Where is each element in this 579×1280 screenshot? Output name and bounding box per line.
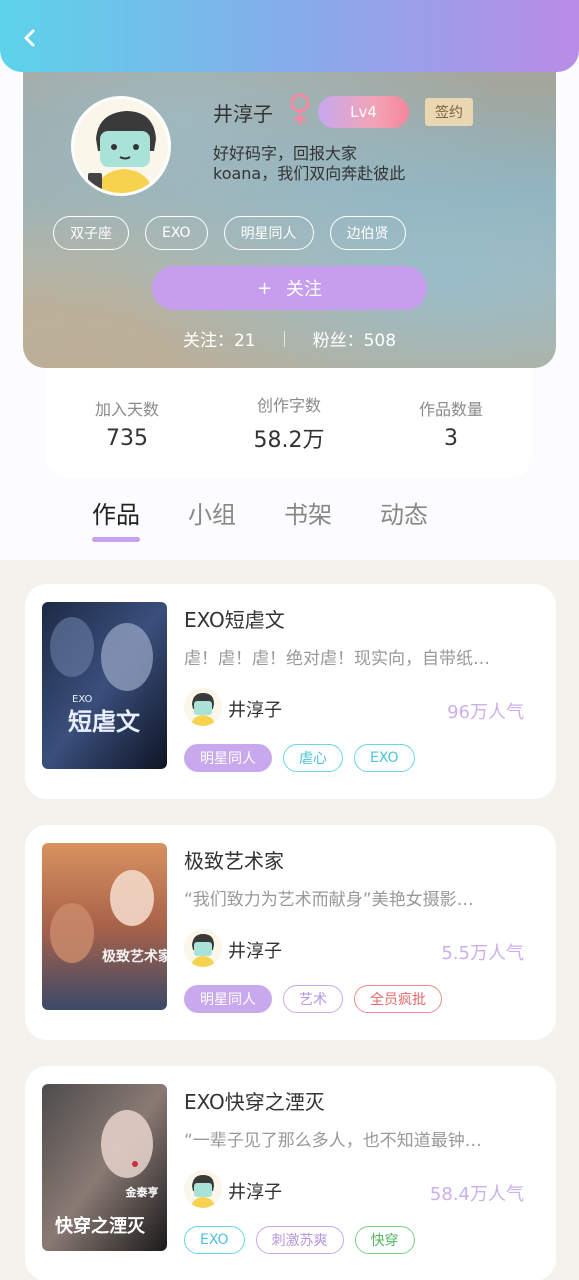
- work-title[interactable]: EXO短虐文: [184, 604, 285, 633]
- user-tags: 双子座 EXO 明星同人 边伯贤: [53, 216, 406, 250]
- cover-title: 极致艺术家: [102, 948, 167, 965]
- fans-count[interactable]: 粉丝：508: [313, 326, 396, 351]
- work-description: 虐！虐！虐！绝对虐！现实向，自带纸…: [184, 649, 490, 669]
- signed-badge: 签约: [425, 98, 473, 126]
- stat-value: 735: [106, 425, 148, 451]
- work-tag[interactable]: EXO: [354, 744, 415, 772]
- work-card[interactable]: 金泰亨 快穿之湮灭 EXO快穿之湮灭 “一辈子见了那么多人，也不知道最钟… 井淳…: [25, 1066, 556, 1280]
- following-count[interactable]: 关注：21: [183, 326, 256, 351]
- cover-title: 快穿之湮灭: [55, 1215, 146, 1237]
- tab-label: 作品: [92, 501, 140, 529]
- top-bar: [0, 0, 579, 72]
- popularity-count: 96万人气: [447, 702, 524, 723]
- plus-icon: +: [256, 277, 273, 299]
- book-cover[interactable]: 金泰亨 快穿之湮灭: [42, 1084, 167, 1251]
- author-name: 井淳子: [228, 1182, 282, 1203]
- tab-groups[interactable]: 小组: [188, 495, 236, 530]
- follow-stats: 关注：21 粉丝：508: [23, 326, 556, 351]
- work-card[interactable]: 极致艺术家 极致艺术家 “我们致力为艺术而献身”美艳女摄影… 井淳子 5.5万人…: [25, 825, 556, 1040]
- author-avatar: [184, 1170, 222, 1208]
- work-tag[interactable]: 明星同人: [184, 744, 272, 772]
- work-tag[interactable]: 全员疯批: [354, 985, 442, 1013]
- stat-works-count: 作品数量 3: [376, 396, 526, 451]
- stat-join-days: 加入天数 735: [52, 396, 202, 451]
- bio-line: 好好码字，回报大家: [213, 144, 358, 163]
- user-tag[interactable]: EXO: [145, 216, 208, 250]
- bio-line: koana，我们双向奔赴彼此: [213, 164, 406, 183]
- cover-subtitle: EXO: [72, 694, 93, 705]
- author-avatar: [184, 688, 222, 726]
- stats-card: 加入天数 735 创作字数 58.2万 作品数量 3: [46, 368, 532, 478]
- level-badge: Lv4: [318, 96, 409, 128]
- work-description: “我们致力为艺术而献身”美艳女摄影…: [184, 890, 474, 910]
- follow-button[interactable]: + 关注: [152, 266, 427, 310]
- user-tag[interactable]: 边伯贤: [329, 216, 406, 250]
- author-name: 井淳子: [228, 941, 282, 962]
- work-title[interactable]: EXO快穿之湮灭: [184, 1086, 325, 1115]
- work-tag[interactable]: EXO: [184, 1226, 245, 1254]
- work-tag[interactable]: 艺术: [283, 985, 343, 1013]
- stat-label: 创作字数: [256, 396, 321, 415]
- divider: [283, 330, 285, 347]
- stat-word-count: 创作字数 58.2万: [214, 392, 364, 454]
- back-button[interactable]: [14, 22, 46, 54]
- tab-works[interactable]: 作品: [92, 495, 140, 542]
- work-tags: EXO 刺激苏爽 快穿: [184, 1226, 415, 1254]
- work-tags: 明星同人 艺术 全员疯批: [184, 985, 442, 1013]
- book-cover[interactable]: 极致艺术家: [42, 843, 167, 1010]
- follow-button-label: 关注: [286, 279, 323, 300]
- stat-value: 3: [444, 425, 458, 451]
- cover-title: 短虐文: [68, 707, 141, 736]
- tab-bookshelf[interactable]: 书架: [284, 495, 332, 530]
- stat-value: 58.2万: [253, 428, 325, 453]
- popularity-count: 5.5万人气: [441, 943, 524, 964]
- username: 井淳子: [213, 102, 273, 126]
- work-tag[interactable]: 虐心: [283, 744, 343, 772]
- work-tag[interactable]: 明星同人: [184, 985, 272, 1013]
- book-cover[interactable]: 短虐文 EXO: [42, 602, 167, 769]
- user-tag[interactable]: 明星同人: [223, 216, 314, 250]
- stat-label: 作品数量: [418, 399, 483, 419]
- cover-subtitle: 金泰亨: [125, 1185, 159, 1199]
- author-avatar: [184, 929, 222, 967]
- female-icon: [287, 92, 313, 128]
- active-tab-indicator: [92, 537, 140, 542]
- work-title[interactable]: 极致艺术家: [184, 845, 284, 874]
- author-name: 井淳子: [228, 700, 282, 721]
- user-bio: 好好码字，回报大家 koana，我们双向奔赴彼此: [213, 144, 405, 184]
- profile-page: 井淳子 Lv4 签约 好好码字，回报大家 koana，我们双向奔赴彼此 双子座 …: [0, 0, 579, 1280]
- work-tags: 明星同人 虐心 EXO: [184, 744, 415, 772]
- work-tag[interactable]: 快穿: [354, 1226, 415, 1254]
- work-tag[interactable]: 刺激苏爽: [255, 1226, 344, 1254]
- work-description: “一辈子见了那么多人，也不知道最钟…: [184, 1131, 482, 1151]
- tab-bar: 作品 小组 书架 动态: [92, 495, 428, 542]
- user-avatar[interactable]: [71, 96, 171, 196]
- tab-activity[interactable]: 动态: [380, 495, 428, 530]
- work-card[interactable]: 短虐文 EXO EXO短虐文 虐！虐！虐！绝对虐！现实向，自带纸… 井淳子 96…: [25, 584, 556, 799]
- stat-label: 加入天数: [94, 399, 159, 419]
- user-tag[interactable]: 双子座: [53, 216, 129, 250]
- profile-card: 井淳子 Lv4 签约 好好码字，回报大家 koana，我们双向奔赴彼此 双子座 …: [23, 56, 556, 368]
- popularity-count: 58.4万人气: [429, 1184, 524, 1205]
- chevron-left-icon: [24, 29, 35, 47]
